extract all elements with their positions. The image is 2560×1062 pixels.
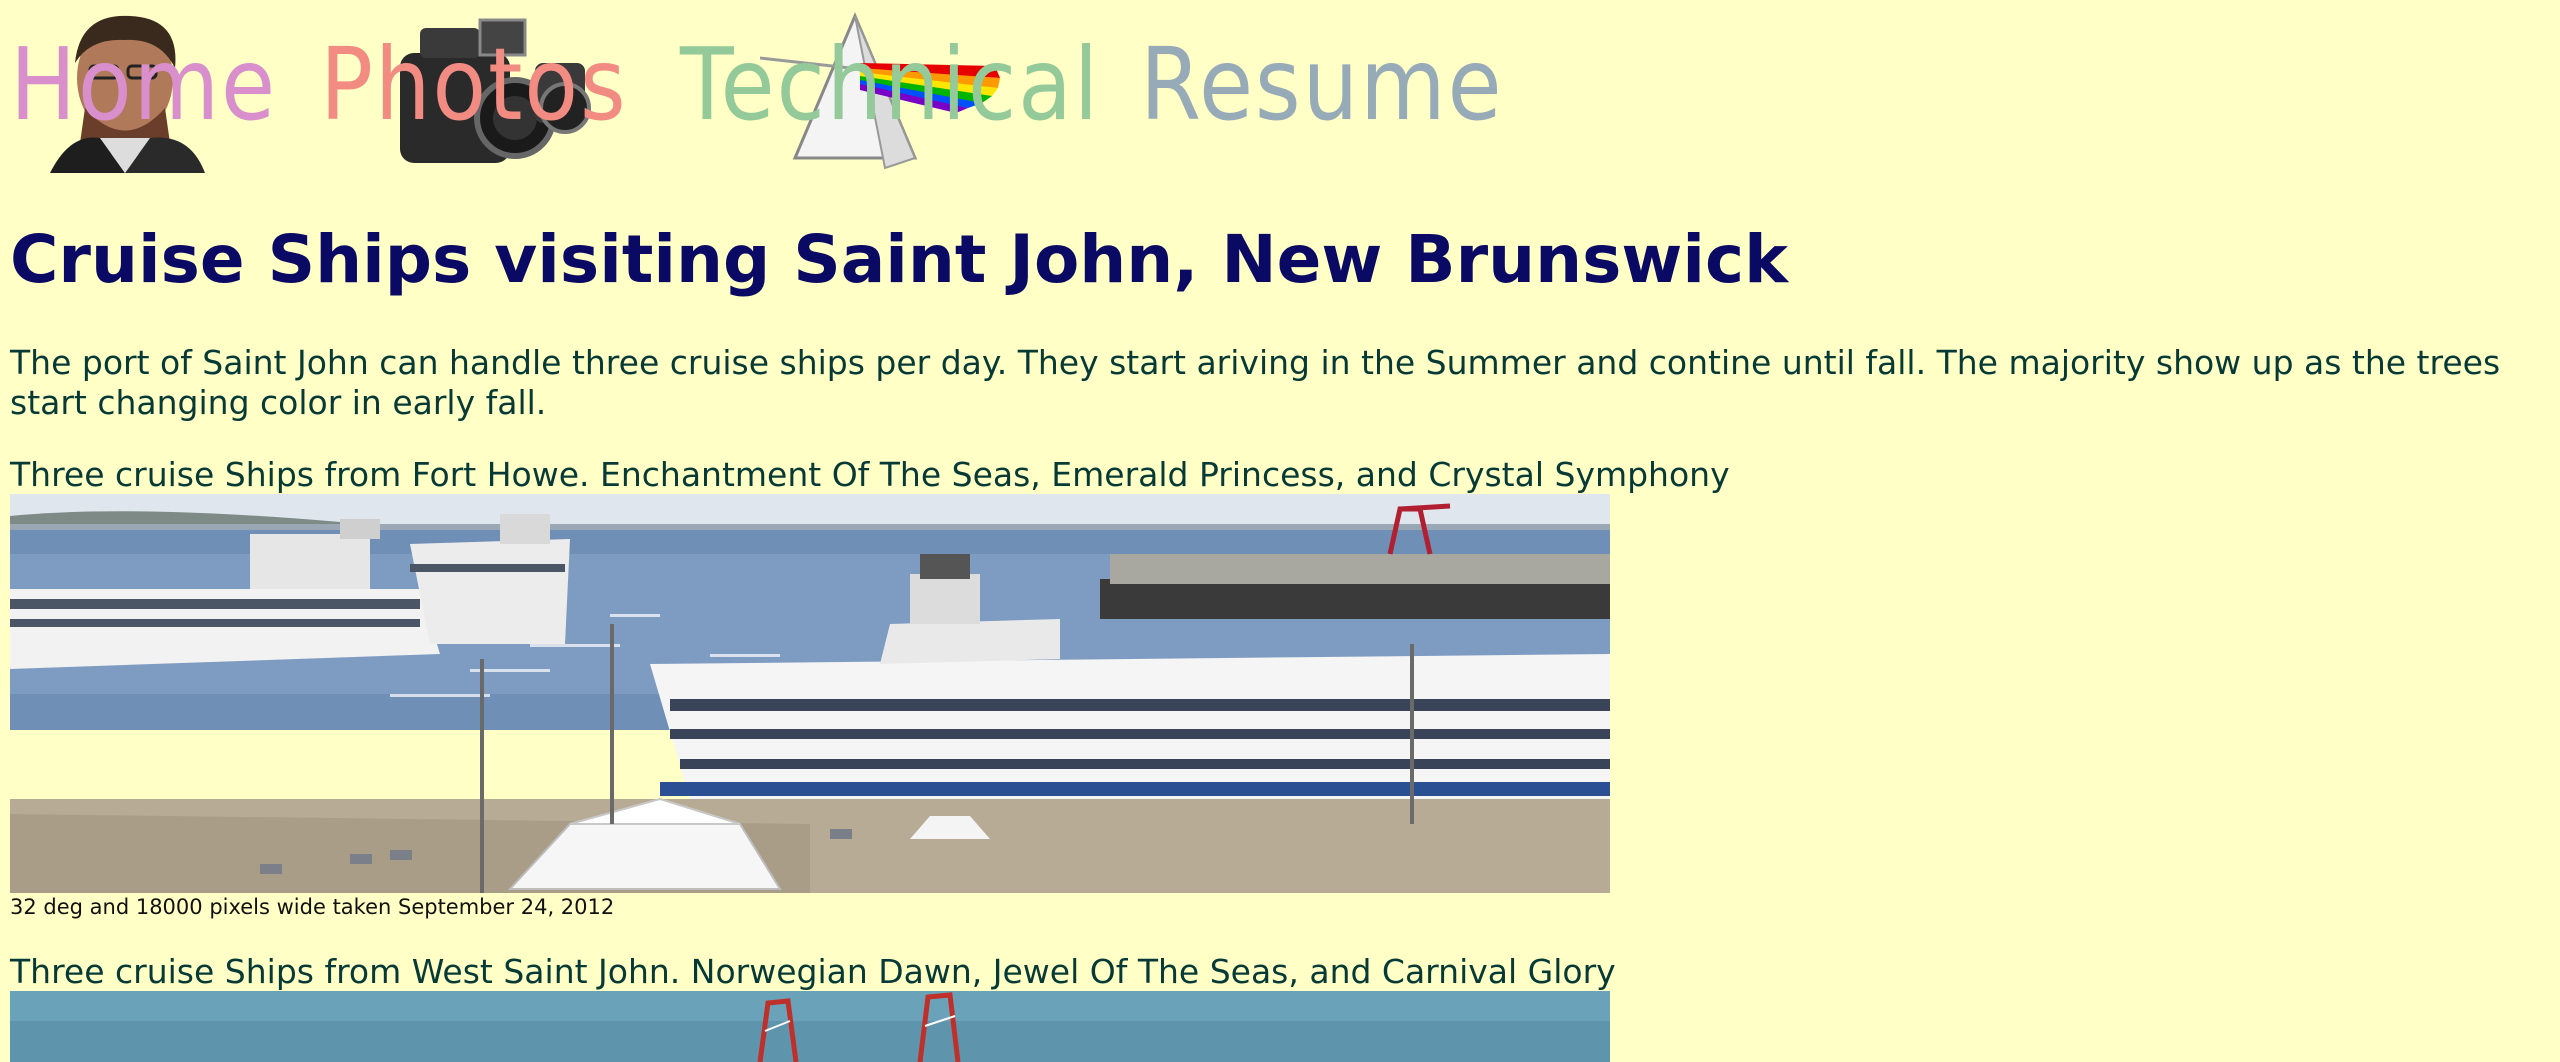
nav-home-label: Home — [10, 26, 277, 143]
panorama-photo-fort-howe[interactable] — [10, 494, 1610, 893]
panorama-photo-west-saint-john[interactable] — [10, 991, 1610, 1062]
page-title: Cruise Ships visiting Saint John, New Br… — [10, 221, 1789, 298]
photo-caption: 32 deg and 18000 pixels wide taken Septe… — [10, 895, 615, 919]
section-title: Three cruise Ships from Fort Howe. Encha… — [10, 455, 1730, 494]
section-title: Three cruise Ships from West Saint John.… — [10, 952, 1616, 991]
nav-technical-link[interactable]: Technical — [680, 8, 1130, 173]
nav-photos-link[interactable]: Photos — [320, 8, 640, 173]
nav-resume-label: Resume — [1140, 26, 1504, 143]
nav-photos-label: Photos — [320, 26, 628, 143]
nav-resume-link[interactable]: Resume — [1140, 8, 1502, 173]
nav-banner: Home Photos Technical Resume — [10, 8, 1502, 173]
nav-technical-label: Technical — [680, 26, 1100, 143]
intro-paragraph: The port of Saint John can handle three … — [10, 343, 2501, 422]
page: Home Photos Technical Resume Cruise Ship… — [0, 0, 2560, 1062]
nav-home-link[interactable]: Home — [10, 8, 280, 173]
